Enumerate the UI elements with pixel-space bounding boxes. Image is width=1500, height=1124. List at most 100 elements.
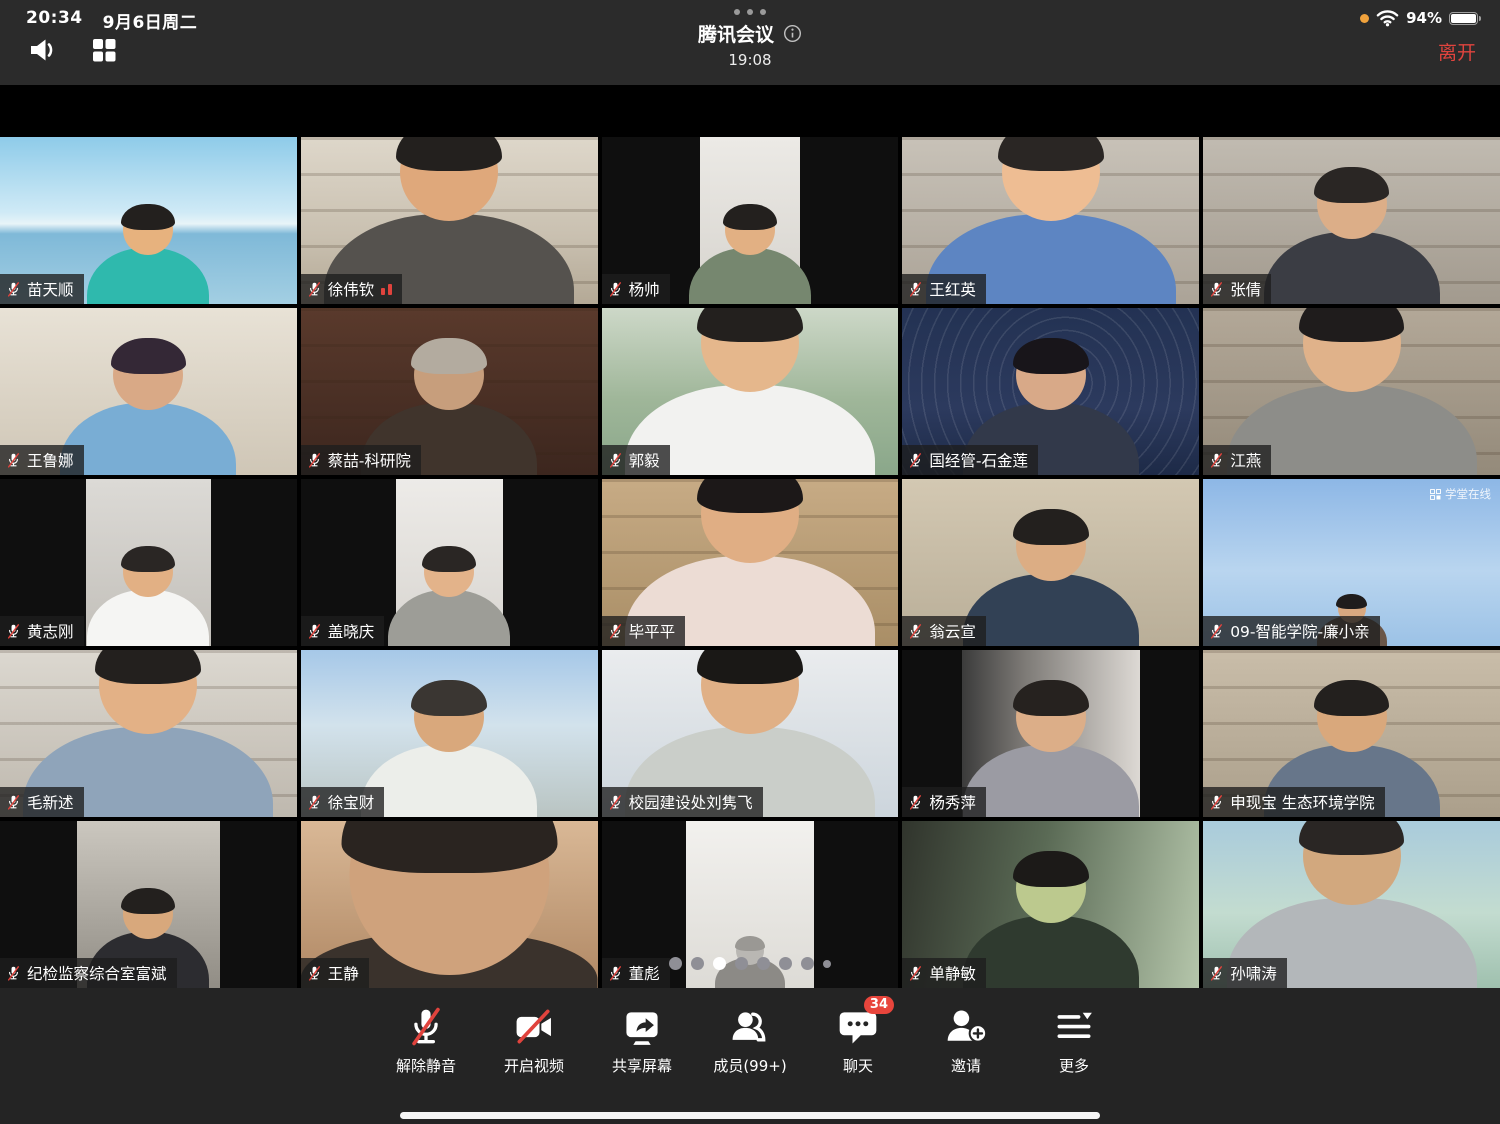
toolbar-more-button[interactable]: 更多 xyxy=(1035,1003,1113,1076)
participant-name-label: 翁云宣 xyxy=(902,616,986,646)
participant-name: 杨帅 xyxy=(629,278,660,300)
toolbar-chat-label: 聊天 xyxy=(843,1055,873,1076)
participant-name: 苗天顺 xyxy=(27,278,74,300)
toolbar-share-screen-button[interactable]: 共享屏幕 xyxy=(603,1003,681,1076)
video-tile-4[interactable]: 王红英 xyxy=(902,137,1199,304)
video-tile-1[interactable]: 苗天顺 xyxy=(0,137,297,304)
video-tile-6[interactable]: 王鲁娜 xyxy=(0,308,297,475)
toolbar-start-video-button[interactable]: 开启视频 xyxy=(495,1003,573,1076)
toolbar-share-screen-label: 共享屏幕 xyxy=(612,1055,672,1076)
toolbar-unmute-label: 解除静音 xyxy=(396,1055,456,1076)
muted-mic-icon xyxy=(1208,281,1225,298)
participant-name-label: 蔡喆-科研院 xyxy=(301,445,421,475)
muted-mic-icon xyxy=(907,452,924,469)
video-tile-19[interactable]: 杨秀萍 xyxy=(902,650,1199,817)
video-tile-2[interactable]: 徐伟钦 xyxy=(301,137,598,304)
muted-mic-icon xyxy=(1208,623,1225,640)
page-dot-7[interactable] xyxy=(801,957,814,970)
muted-mic-icon xyxy=(1208,794,1225,811)
participant-name: 王红英 xyxy=(929,278,976,300)
video-tile-7[interactable]: 蔡喆-科研院 xyxy=(301,308,598,475)
participant-name-label: 毛新述 xyxy=(0,787,84,817)
page-dot-8[interactable] xyxy=(823,960,831,968)
xuetangx-watermark: 学堂在线 xyxy=(1430,486,1491,502)
battery-icon xyxy=(1449,12,1478,25)
members-icon xyxy=(726,1003,774,1051)
participant-name-label: 苗天顺 xyxy=(0,274,84,304)
toolbar-members-label: 成员(99+) xyxy=(713,1055,786,1076)
participant-name: 09-智能学院-廉小亲 xyxy=(1230,620,1369,642)
page-dot-5[interactable] xyxy=(757,957,770,970)
participant-name-label: 王鲁娜 xyxy=(0,445,84,475)
participant-name: 郭毅 xyxy=(629,449,660,471)
page-dot-2[interactable] xyxy=(691,957,704,970)
video-tile-20[interactable]: 申现宝 生态环境学院 xyxy=(1203,650,1500,817)
participant-name: 徐伟钦 xyxy=(328,278,375,300)
chat-badge: 34 xyxy=(864,996,894,1014)
participant-name-label: 国经管-石金莲 xyxy=(902,445,1038,475)
participant-name-label: 盖晓庆 xyxy=(301,616,385,646)
person-silhouette xyxy=(1264,169,1440,304)
video-tile-9[interactable]: 国经管-石金莲 xyxy=(902,308,1199,475)
statusbar-center: 腾讯会议 19:08 xyxy=(0,0,1500,69)
participant-name: 蔡喆-科研院 xyxy=(328,449,411,471)
participant-name: 杨秀萍 xyxy=(929,791,976,813)
video-tile-14[interactable]: 翁云宣 xyxy=(902,479,1199,646)
camera-off-icon xyxy=(510,1003,558,1051)
person-silhouette xyxy=(689,205,811,304)
participant-name: 毕平平 xyxy=(629,620,676,642)
toolbar-start-video-label: 开启视频 xyxy=(504,1055,564,1076)
toolbar-chat-button[interactable]: 34聊天 xyxy=(819,1003,897,1076)
video-tile-12[interactable]: 盖晓庆 xyxy=(301,479,598,646)
muted-mic-icon xyxy=(306,623,323,640)
video-tile-8[interactable]: 郭毅 xyxy=(602,308,899,475)
page-dot-3[interactable] xyxy=(713,957,726,970)
participant-name-label: 校园建设处刘隽飞 xyxy=(602,787,763,817)
participant-video xyxy=(396,479,503,646)
muted-mic-icon xyxy=(5,281,22,298)
toolbar-more-label: 更多 xyxy=(1059,1055,1089,1076)
participant-video xyxy=(962,650,1140,817)
participant-name-label: 徐宝财 xyxy=(301,787,385,817)
video-tile-5[interactable]: 张倩 xyxy=(1203,137,1500,304)
participant-name: 徐宝财 xyxy=(328,791,375,813)
participant-name-label: 毕平平 xyxy=(602,616,686,646)
toolbar-invite-button[interactable]: 邀请 xyxy=(927,1003,1005,1076)
meeting-duration: 19:08 xyxy=(0,51,1500,69)
video-tile-16[interactable]: 毛新述 xyxy=(0,650,297,817)
pagination-dots xyxy=(0,957,1500,970)
participant-name-label: 杨帅 xyxy=(602,274,670,304)
invite-icon xyxy=(942,1003,990,1051)
muted-mic-icon xyxy=(607,794,624,811)
person-silhouette xyxy=(87,547,209,646)
info-icon[interactable] xyxy=(783,24,802,43)
muted-mic-icon xyxy=(306,794,323,811)
muted-mic-icon xyxy=(607,281,624,298)
page-dot-1[interactable] xyxy=(669,957,682,970)
muted-mic-icon xyxy=(907,623,924,640)
participant-video xyxy=(700,137,801,304)
home-indicator[interactable] xyxy=(400,1112,1100,1119)
video-tile-15[interactable]: 学堂在线 09-智能学院-廉小亲 xyxy=(1203,479,1500,646)
video-tile-18[interactable]: 校园建设处刘隽飞 xyxy=(602,650,899,817)
video-tile-11[interactable]: 黄志刚 xyxy=(0,479,297,646)
video-tile-10[interactable]: 江燕 xyxy=(1203,308,1500,475)
muted-mic-icon xyxy=(907,281,924,298)
more-icon xyxy=(1050,1003,1098,1051)
mic-in-use-dot xyxy=(1360,14,1369,23)
participant-name-label: 江燕 xyxy=(1203,445,1271,475)
video-tile-17[interactable]: 徐宝财 xyxy=(301,650,598,817)
page-dot-4[interactable] xyxy=(735,957,748,970)
muted-mic-icon xyxy=(607,452,624,469)
video-tile-3[interactable]: 杨帅 xyxy=(602,137,899,304)
statusbar-right: 94% xyxy=(1360,9,1478,27)
participant-name: 盖晓庆 xyxy=(328,620,375,642)
leave-button[interactable]: 离开 xyxy=(1438,38,1476,65)
toolbar-unmute-button[interactable]: 解除静音 xyxy=(387,1003,465,1076)
participant-name-label: 徐伟钦 xyxy=(301,274,402,304)
bottom-bar: 解除静音开启视频共享屏幕成员(99+)34聊天邀请更多 xyxy=(0,988,1500,1124)
toolbar-members-button[interactable]: 成员(99+) xyxy=(711,1003,789,1076)
page-dot-6[interactable] xyxy=(779,957,792,970)
person-silhouette xyxy=(361,682,537,817)
video-tile-13[interactable]: 毕平平 xyxy=(602,479,899,646)
